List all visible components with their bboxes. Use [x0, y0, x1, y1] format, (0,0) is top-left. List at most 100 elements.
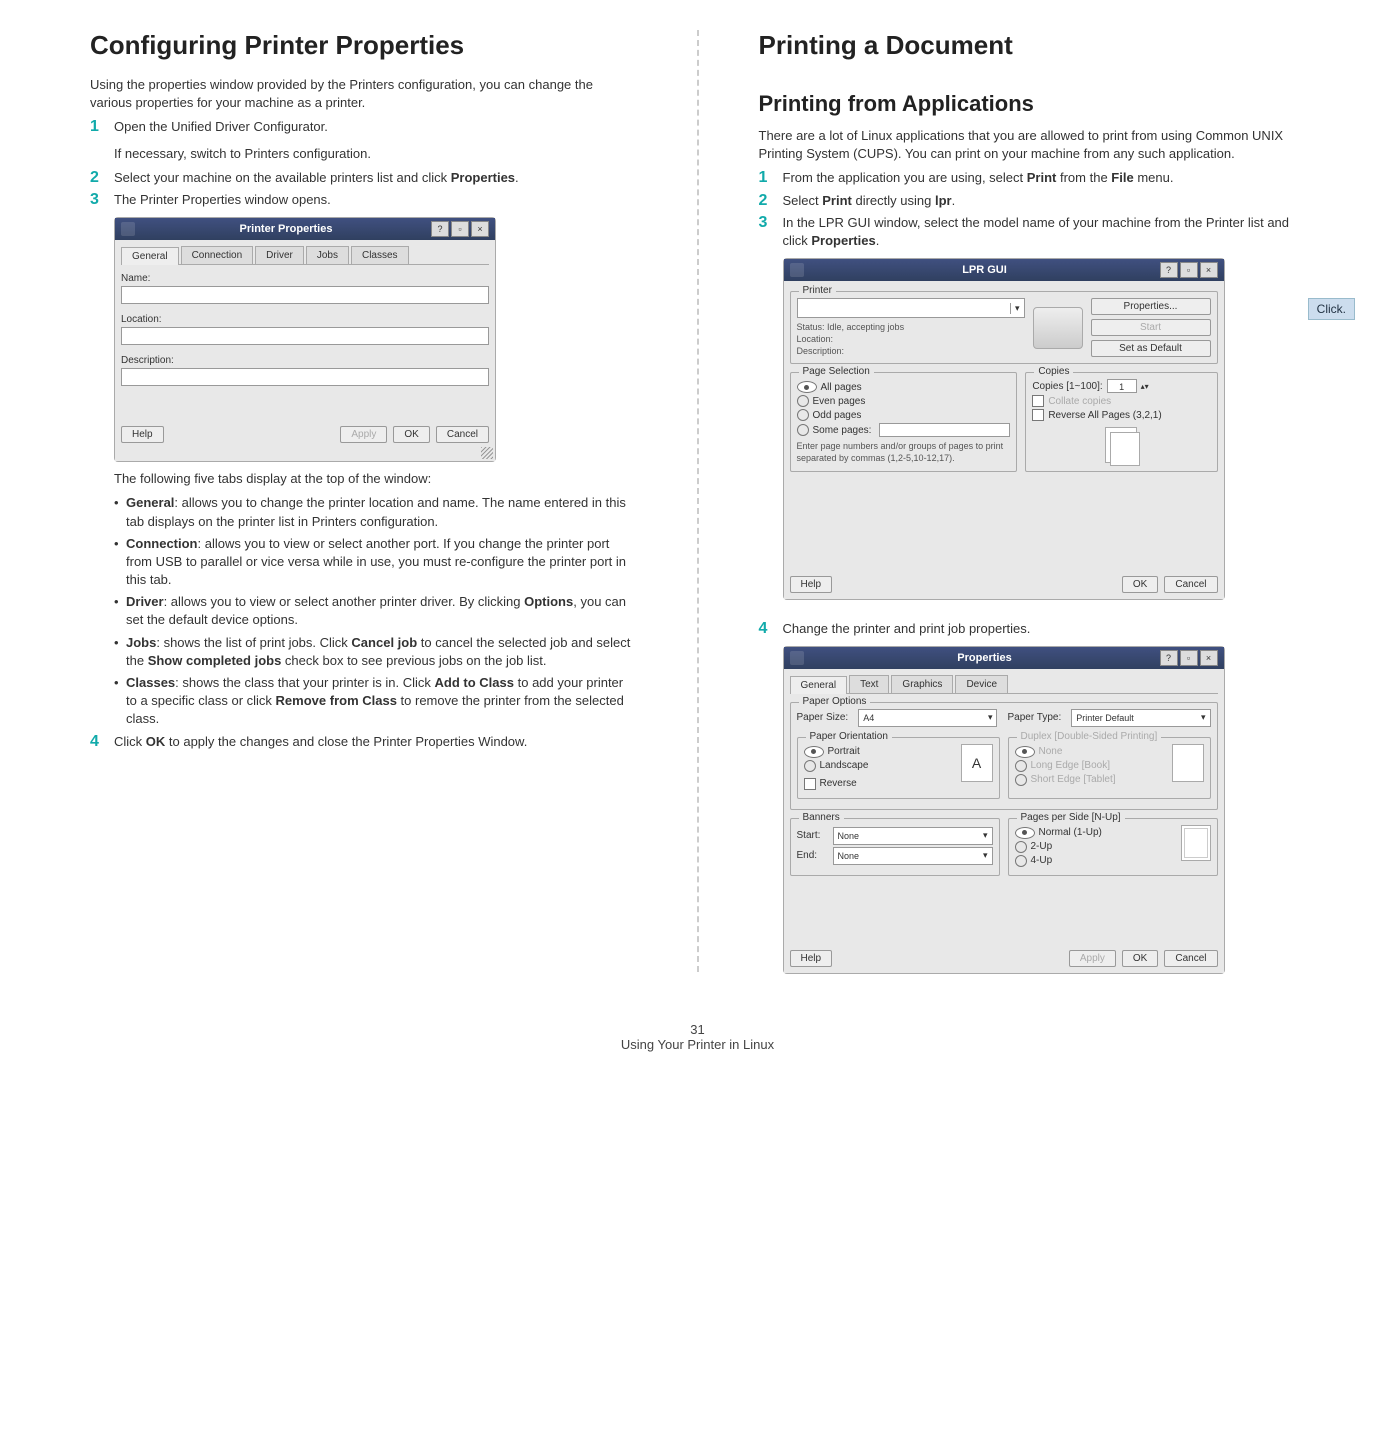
check-reverse[interactable]: Reverse All Pages (3,2,1): [1032, 409, 1210, 421]
name-input[interactable]: [121, 286, 489, 304]
printer-icon: [1033, 307, 1083, 349]
step-text: Select your machine on the available pri…: [114, 169, 637, 187]
tab-text[interactable]: Text: [849, 675, 889, 693]
apply-button[interactable]: Apply: [340, 426, 387, 443]
close-icon[interactable]: ×: [1200, 262, 1218, 278]
radio-even-pages[interactable]: Even pages: [797, 395, 1011, 407]
intro-text: Using the properties window provided by …: [90, 76, 637, 112]
window-title: Properties: [810, 652, 1160, 664]
intro-text: There are a lot of Linux applications th…: [759, 127, 1306, 163]
description-input[interactable]: [121, 368, 489, 386]
minimize-icon[interactable]: ▫: [1180, 262, 1198, 278]
minimize-icon[interactable]: ▫: [1180, 650, 1198, 666]
step-text: From the application you are using, sele…: [783, 169, 1306, 187]
step-text: Click OK to apply the changes and close …: [114, 733, 637, 751]
minimize-icon[interactable]: ▫: [451, 221, 469, 237]
cancel-button[interactable]: Cancel: [1164, 950, 1217, 967]
group-printer: Printer: [799, 285, 836, 296]
step-number: 4: [90, 733, 114, 751]
help-icon[interactable]: ?: [1160, 262, 1178, 278]
ok-button[interactable]: OK: [393, 426, 429, 443]
step-text: Change the printer and print job propert…: [783, 620, 1306, 638]
copies-input[interactable]: 1: [1107, 379, 1137, 393]
tab-connection[interactable]: Connection: [181, 246, 254, 264]
step-number: 4: [759, 620, 783, 638]
label-name: Name:: [121, 273, 489, 284]
window-title: Printer Properties: [141, 223, 431, 235]
column-divider: [697, 30, 699, 972]
step-text: Select Print directly using lpr.: [783, 192, 1306, 210]
bullet-classes: Classes: shows the class that your print…: [126, 674, 637, 729]
ok-button[interactable]: OK: [1122, 950, 1158, 967]
printer-select[interactable]: ▾: [797, 298, 1025, 318]
copies-label: Copies [1~100]:: [1032, 381, 1102, 392]
tab-jobs[interactable]: Jobs: [306, 246, 349, 264]
help-button[interactable]: Help: [121, 426, 164, 443]
label-location: Location:: [121, 314, 489, 325]
radio-normal-1up[interactable]: Normal (1-Up): [1015, 827, 1173, 839]
group-orientation: Paper Orientation: [806, 731, 892, 742]
orientation-icon: A: [961, 744, 993, 782]
radio-landscape[interactable]: Landscape: [804, 760, 953, 772]
radio-none: None: [1015, 746, 1164, 758]
radio-4up[interactable]: 4-Up: [1015, 855, 1173, 867]
heading-printing-applications: Printing from Applications: [759, 91, 1306, 117]
location-input[interactable]: [121, 327, 489, 345]
label-start: Start:: [797, 830, 829, 841]
screenshot-printer-properties: Printer Properties ? ▫ × General Connect…: [114, 217, 496, 462]
tab-driver[interactable]: Driver: [255, 246, 304, 264]
window-icon: [121, 222, 135, 236]
callout-click: Click.: [1308, 298, 1355, 320]
bullet-jobs: Jobs: shows the list of print jobs. Clic…: [126, 634, 637, 670]
nup-icon: [1181, 825, 1211, 861]
help-button[interactable]: Help: [790, 950, 833, 967]
help-icon[interactable]: ?: [1160, 650, 1178, 666]
radio-2up[interactable]: 2-Up: [1015, 841, 1173, 853]
help-button[interactable]: Help: [790, 576, 833, 593]
paper-type-select[interactable]: Printer Default▾: [1071, 709, 1210, 727]
tab-device[interactable]: Device: [955, 675, 1008, 693]
description-text: Description:: [797, 346, 1025, 358]
start-button[interactable]: Start: [1091, 319, 1211, 336]
label-paper-type: Paper Type:: [1007, 712, 1061, 723]
tabs-intro: The following five tabs display at the t…: [114, 470, 637, 488]
right-column: Printing a Document Printing from Applic…: [759, 20, 1306, 982]
group-paper-options: Paper Options: [799, 696, 871, 707]
tab-classes[interactable]: Classes: [351, 246, 409, 264]
radio-odd-pages[interactable]: Odd pages: [797, 409, 1011, 421]
check-reverse[interactable]: Reverse: [804, 778, 953, 790]
page-hint: Enter page numbers and/or groups of page…: [797, 441, 1011, 464]
paper-size-select[interactable]: A4▾: [858, 709, 997, 727]
radio-portrait[interactable]: Portrait: [804, 746, 953, 758]
duplex-icon: [1172, 744, 1204, 782]
banner-end-select[interactable]: None▾: [833, 847, 993, 865]
properties-button[interactable]: Properties...: [1091, 298, 1211, 315]
group-pages-per-side: Pages per Side [N-Up]: [1017, 812, 1125, 823]
tab-general[interactable]: General: [121, 247, 179, 265]
close-icon[interactable]: ×: [1200, 650, 1218, 666]
location-text: Location:: [797, 334, 1025, 346]
step-number: 2: [90, 169, 114, 187]
cancel-button[interactable]: Cancel: [436, 426, 489, 443]
step-subtext: If necessary, switch to Printers configu…: [114, 145, 637, 163]
banner-start-select[interactable]: None▾: [833, 827, 993, 845]
bullet-driver: Driver: allows you to view or select ano…: [126, 593, 637, 629]
radio-some-pages[interactable]: Some pages:: [797, 423, 1011, 437]
label-description: Description:: [121, 355, 489, 366]
close-icon[interactable]: ×: [471, 221, 489, 237]
apply-button[interactable]: Apply: [1069, 950, 1116, 967]
window-icon: [790, 263, 804, 277]
resize-handle[interactable]: [481, 447, 493, 459]
ok-button[interactable]: OK: [1122, 576, 1158, 593]
check-collate[interactable]: Collate copies: [1032, 395, 1210, 407]
step-text: In the LPR GUI window, select the model …: [783, 214, 1306, 250]
heading-configuring: Configuring Printer Properties: [90, 30, 637, 61]
set-default-button[interactable]: Set as Default: [1091, 340, 1211, 357]
help-icon[interactable]: ?: [431, 221, 449, 237]
radio-all-pages[interactable]: All pages: [797, 381, 1011, 393]
tab-general[interactable]: General: [790, 676, 848, 694]
cancel-button[interactable]: Cancel: [1164, 576, 1217, 593]
tab-graphics[interactable]: Graphics: [891, 675, 953, 693]
bullet-general: General: allows you to change the printe…: [126, 494, 637, 530]
group-duplex: Duplex [Double-Sided Printing]: [1017, 731, 1162, 742]
